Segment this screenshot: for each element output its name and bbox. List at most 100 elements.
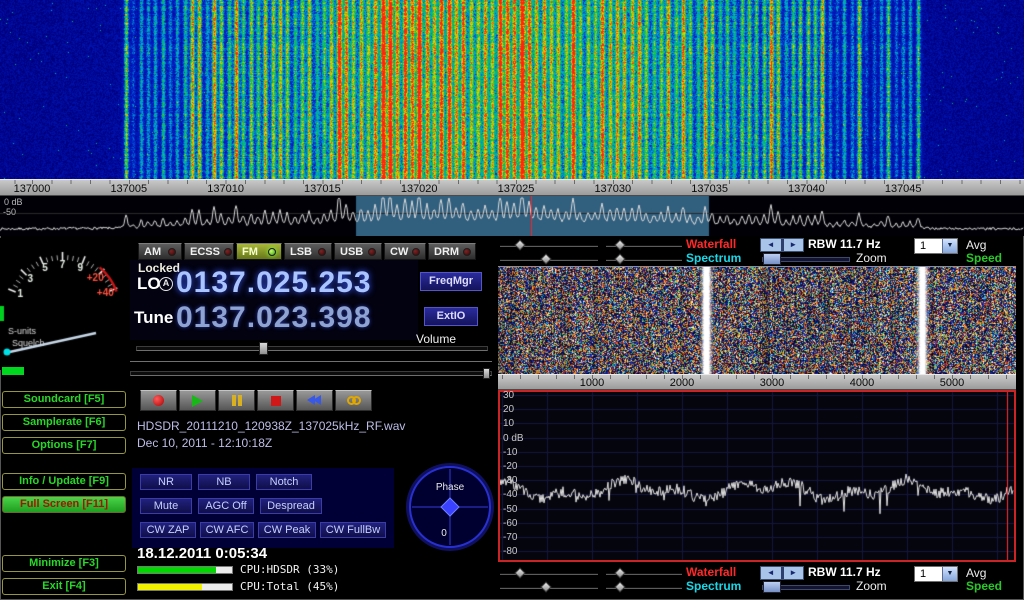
- spectrum-brightness-slider[interactable]: [500, 586, 598, 589]
- cw-fullbw-button[interactable]: CW FullBw: [320, 522, 386, 538]
- fine-tune-thumb[interactable]: [483, 368, 490, 379]
- info-update-button[interactable]: Info / Update [F9]: [2, 473, 126, 490]
- mode-ecss-button[interactable]: ECSS: [184, 243, 234, 260]
- chevron-down-icon[interactable]: ▼: [942, 567, 957, 581]
- zoom-slider[interactable]: [762, 257, 850, 262]
- mode-fm-button[interactable]: FM: [236, 243, 282, 260]
- zoom-slider[interactable]: [762, 585, 850, 590]
- main-spectrum-db-top-label: 0 dB: [4, 197, 23, 207]
- mode-ecss-label: ECSS: [190, 246, 220, 258]
- slider-thumb[interactable]: [614, 581, 625, 592]
- cw-afc-button[interactable]: CW AFC: [200, 522, 254, 538]
- main-frequency-ruler[interactable]: 1370001370051370101370151370201370251370…: [0, 179, 1024, 196]
- mute-button[interactable]: Mute: [140, 498, 192, 514]
- audio-spectrum-panel[interactable]: 3020100 dB-10-20-30-40-50-60-70-80: [498, 390, 1016, 562]
- extio-button[interactable]: ExtIO: [424, 307, 478, 326]
- locked-label: Locked: [138, 261, 180, 275]
- minimize-button[interactable]: Minimize [F3]: [2, 555, 126, 572]
- cw-peak-button[interactable]: CW Peak: [258, 522, 316, 538]
- zoom-slider-thumb[interactable]: [763, 253, 781, 265]
- play-button[interactable]: [179, 390, 216, 411]
- display-controls-top: Waterfall ◄► RBW 11.7 Hz 1▼ Avg Spectrum…: [498, 238, 1024, 266]
- spectrum-brightness-slider[interactable]: [500, 258, 598, 261]
- audio-spectrum[interactable]: [500, 392, 1014, 560]
- despread-button[interactable]: Despread: [260, 498, 322, 514]
- cw-zap-button[interactable]: CW ZAP: [140, 522, 196, 538]
- cpu-hdsdr-bar: [137, 566, 233, 574]
- shift-arrows[interactable]: ◄►: [760, 238, 804, 252]
- waterfall-label: Waterfall: [686, 238, 736, 251]
- lo-label: LO: [137, 274, 161, 294]
- slider-thumb[interactable]: [540, 253, 551, 264]
- spectrum-contrast-slider[interactable]: [606, 586, 682, 589]
- slider-thumb[interactable]: [514, 567, 525, 578]
- slider-thumb[interactable]: [614, 253, 625, 264]
- waterfall-contrast-slider[interactable]: [606, 572, 682, 575]
- arrow-left-icon[interactable]: ◄: [761, 239, 781, 251]
- waterfall-brightness-slider[interactable]: [500, 572, 598, 575]
- mode-usb-button[interactable]: USB: [334, 243, 382, 260]
- samplerate-button[interactable]: Samplerate [F6]: [2, 414, 126, 431]
- slider-thumb[interactable]: [514, 239, 525, 250]
- volume-slider[interactable]: [136, 346, 488, 351]
- agc-off-button[interactable]: AGC Off: [198, 498, 254, 514]
- arrow-right-icon[interactable]: ►: [784, 239, 804, 251]
- zoom-slider-thumb[interactable]: [763, 581, 781, 593]
- slider-thumb[interactable]: [540, 581, 551, 592]
- lo-frequency-value[interactable]: 0137.025.253: [176, 266, 372, 300]
- avg-dropdown-value: 1: [915, 239, 942, 253]
- zoom-label: Zoom: [856, 580, 887, 593]
- nr-button[interactable]: NR: [140, 474, 192, 490]
- audio-waterfall[interactable]: [498, 266, 1016, 375]
- stop-button[interactable]: [257, 390, 294, 411]
- mode-cw-button[interactable]: CW: [384, 243, 426, 260]
- spectrum-label: Spectrum: [686, 580, 741, 593]
- waterfall-contrast-slider[interactable]: [606, 244, 682, 247]
- loop-button[interactable]: [335, 390, 372, 411]
- mode-cw-label: CW: [390, 246, 408, 258]
- exit-button[interactable]: Exit [F4]: [2, 578, 126, 595]
- options-button[interactable]: Options [F7]: [2, 437, 126, 454]
- fine-tune-slider[interactable]: [130, 371, 492, 376]
- loop-icon: [347, 392, 361, 410]
- s-meter: [0, 238, 130, 370]
- avg-dropdown[interactable]: 1▼: [914, 566, 958, 582]
- display-controls-bottom: Waterfall ◄► RBW 11.7 Hz 1▼ Avg Spectrum…: [498, 566, 1024, 594]
- soundcard-button[interactable]: Soundcard [F5]: [2, 391, 126, 408]
- lock-a-badge[interactable]: A: [159, 277, 173, 291]
- rewind-button[interactable]: [296, 390, 333, 411]
- ruler-label: 4000: [832, 377, 892, 389]
- chevron-down-icon[interactable]: ▼: [942, 239, 957, 253]
- shift-arrows[interactable]: ◄►: [760, 566, 804, 580]
- main-waterfall[interactable]: [0, 0, 1024, 179]
- rbw-label: RBW 11.7 Hz: [808, 238, 881, 251]
- mode-am-button[interactable]: AM: [138, 243, 182, 260]
- notch-button[interactable]: Notch: [256, 474, 312, 490]
- record-button[interactable]: [140, 390, 177, 411]
- arrow-right-icon[interactable]: ►: [784, 567, 804, 579]
- pause-button[interactable]: [218, 390, 255, 411]
- waterfall-brightness-slider[interactable]: [500, 244, 598, 247]
- spectrum-contrast-slider[interactable]: [606, 258, 682, 261]
- led-icon: [368, 248, 376, 256]
- mode-drm-button[interactable]: DRM: [428, 243, 476, 260]
- fullscreen-button[interactable]: Full Screen [F11]: [2, 496, 126, 513]
- ruler-label: 137035: [680, 183, 740, 195]
- freqmgr-button[interactable]: FreqMgr: [420, 272, 482, 291]
- play-icon: [192, 395, 203, 407]
- mode-lsb-button[interactable]: LSB: [284, 243, 332, 260]
- slider-thumb[interactable]: [614, 567, 625, 578]
- nb-button[interactable]: NB: [198, 474, 250, 490]
- speed-label: Speed: [966, 580, 1002, 593]
- arrow-left-icon[interactable]: ◄: [761, 567, 781, 579]
- audio-frequency-ruler[interactable]: 10002000300040005000: [498, 374, 1016, 390]
- led-icon: [168, 248, 176, 256]
- slider-thumb[interactable]: [614, 239, 625, 250]
- tune-frequency-value[interactable]: 0137.023.398: [176, 301, 372, 335]
- rewind-icon: [309, 392, 321, 410]
- avg-dropdown[interactable]: 1▼: [914, 238, 958, 254]
- volume-slider-thumb[interactable]: [259, 342, 268, 355]
- ruler-label: 137005: [99, 183, 159, 195]
- cpu-total-text: CPU:Total (45%): [240, 580, 339, 593]
- main-spectrum[interactable]: [0, 196, 1024, 236]
